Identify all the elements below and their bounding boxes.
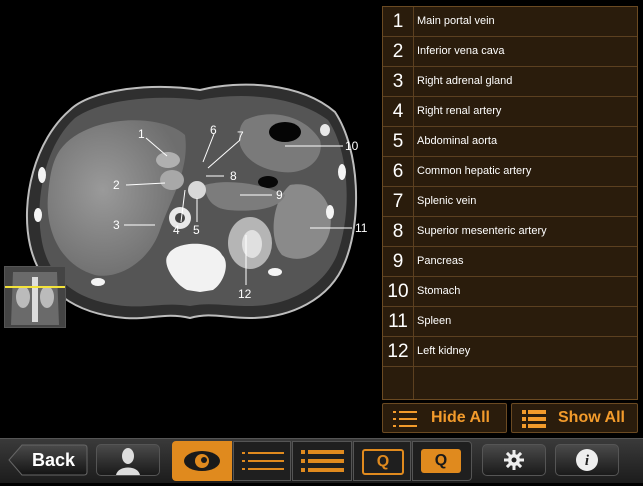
list-item-label: Left kidney — [417, 345, 471, 357]
view-mode-list-bold[interactable] — [292, 441, 352, 481]
list-item-number: 8 — [383, 217, 414, 246]
bowel-air — [258, 176, 278, 188]
gear-icon — [504, 450, 524, 470]
aorta — [188, 181, 206, 199]
portal-vein — [156, 152, 180, 168]
list-bars-icon — [522, 410, 546, 428]
list-lines-icon — [393, 411, 417, 427]
list-item-number: 2 — [383, 37, 414, 66]
list-item-number: 1 — [383, 7, 414, 36]
show-all-button[interactable]: Show All — [511, 403, 638, 433]
ct-label-1: 1 — [138, 127, 145, 141]
ivc — [160, 170, 184, 190]
quiz-mode-filled[interactable]: Q — [412, 441, 472, 481]
list-bold-icon — [301, 450, 344, 472]
back-button[interactable]: Back — [8, 444, 88, 476]
rib — [338, 164, 346, 180]
list-item[interactable]: 11 Spleen — [383, 307, 637, 337]
anatomy-model-button[interactable] — [96, 444, 160, 476]
view-mode-list-thin[interactable] — [233, 441, 291, 481]
bottom-toolbar: Back Q Q i — [0, 438, 643, 483]
list-item-number: 10 — [383, 277, 414, 306]
coronal-thumbnail[interactable] — [4, 266, 66, 328]
list-item[interactable]: 6 Common hepatic artery — [383, 157, 637, 187]
rib — [320, 124, 330, 136]
list-item-label: Superior mesenteric artery — [417, 225, 547, 237]
list-item-label: Common hepatic artery — [417, 165, 532, 177]
ct-label-10: 10 — [345, 139, 359, 153]
list-item-label: Right adrenal gland — [417, 75, 513, 87]
ct-label-11: 11 — [355, 221, 368, 235]
ct-label-7: 7 — [237, 129, 244, 143]
list-item-number: 11 — [383, 307, 414, 336]
list-item[interactable]: 2 Inferior vena cava — [383, 37, 637, 67]
ct-label-3: 3 — [113, 218, 120, 232]
list-item-label: Abdominal aorta — [417, 135, 498, 147]
ct-label-12: 12 — [238, 287, 252, 301]
list-item-number: 5 — [383, 127, 414, 156]
list-item-number: 4 — [383, 97, 414, 126]
list-item-label: Stomach — [417, 285, 461, 297]
view-mode-eye[interactable] — [172, 441, 232, 481]
list-item-label: Inferior vena cava — [417, 45, 505, 57]
list-item[interactable]: 7 Splenic vein — [383, 187, 637, 217]
hide-all-label: Hide All — [431, 409, 490, 426]
quiz-outline-label: Q — [362, 449, 404, 475]
rib — [326, 205, 334, 219]
left-kidney-cortex — [242, 230, 262, 258]
info-icon: i — [576, 449, 598, 471]
ct-label-5: 5 — [193, 223, 200, 237]
list-divider — [413, 367, 414, 399]
ct-label-4: 4 — [173, 223, 180, 237]
settings-button[interactable] — [482, 444, 546, 476]
coronal-thumbnail-image — [5, 267, 65, 327]
ct-label-6: 6 — [210, 123, 217, 137]
structure-list: 1 Main portal vein 2 Inferior vena cava … — [382, 6, 638, 400]
list-item-label: Main portal vein — [417, 15, 495, 27]
list-item[interactable]: 1 Main portal vein — [383, 7, 637, 37]
stomach-air — [269, 122, 301, 142]
ct-label-2: 2 — [113, 178, 120, 192]
back-label: Back — [32, 450, 76, 470]
ct-label-8: 8 — [230, 169, 237, 183]
rib — [268, 268, 282, 276]
list-item[interactable]: 9 Pancreas — [383, 247, 637, 277]
hide-all-button[interactable]: Hide All — [382, 403, 507, 433]
person-icon — [116, 448, 140, 475]
rib — [91, 278, 105, 286]
quiz-mode-outline[interactable]: Q — [353, 441, 411, 481]
list-item[interactable]: 4 Right renal artery — [383, 97, 637, 127]
list-item[interactable]: 12 Left kidney — [383, 337, 637, 367]
list-item-number: 3 — [383, 67, 414, 96]
ct-scan-image: 1 2 3 4 5 6 7 8 9 10 11 12 — [26, 83, 368, 320]
list-item-number: 6 — [383, 157, 414, 186]
list-item-label: Right renal artery — [417, 105, 502, 117]
ct-label-9: 9 — [276, 188, 283, 202]
eye-icon — [184, 451, 220, 471]
info-button[interactable]: i — [555, 444, 619, 476]
list-item-label: Splenic vein — [417, 195, 477, 207]
list-item[interactable]: 3 Right adrenal gland — [383, 67, 637, 97]
list-item[interactable]: 10 Stomach — [383, 277, 637, 307]
show-all-label: Show All — [558, 409, 625, 426]
list-thin-icon — [242, 452, 284, 470]
rib — [34, 208, 42, 222]
vertebral-canal — [175, 213, 185, 223]
list-item[interactable]: 8 Superior mesenteric artery — [383, 217, 637, 247]
ct-scan-view[interactable]: 1 2 3 4 5 6 7 8 9 10 11 12 — [0, 0, 380, 438]
list-item-number: 7 — [383, 187, 414, 216]
list-item[interactable]: 5 Abdominal aorta — [383, 127, 637, 157]
list-item-number: 12 — [383, 337, 414, 366]
quiz-filled-label: Q — [421, 449, 461, 473]
rib — [38, 167, 46, 183]
list-item-label: Pancreas — [417, 255, 464, 267]
list-item-number: 9 — [383, 247, 414, 276]
list-item-label: Spleen — [417, 315, 452, 327]
